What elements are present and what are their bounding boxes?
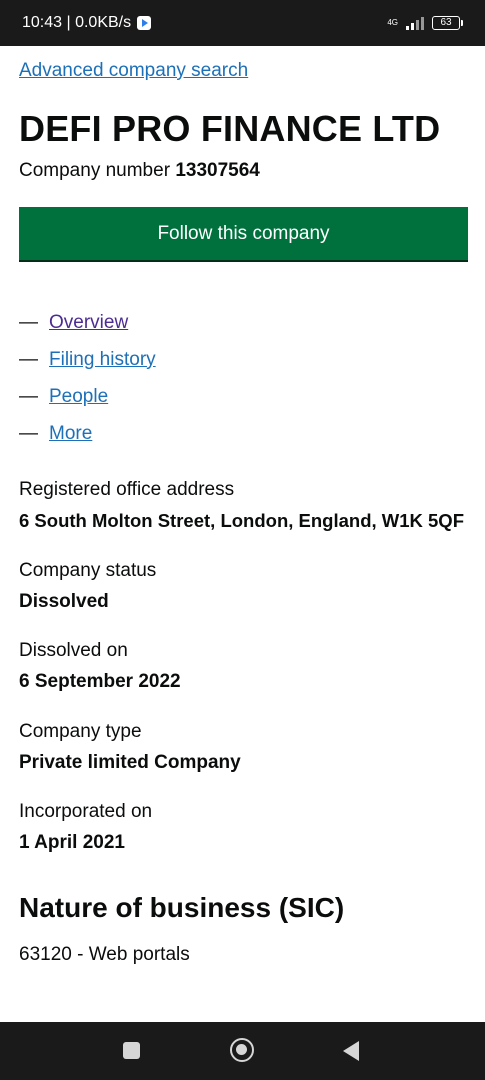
status-time: 10:43 | 0.0KB/s: [22, 14, 132, 31]
recents-button-icon[interactable]: [123, 1042, 140, 1059]
status-left: 10:43 | 0.0KB/s: [22, 14, 152, 32]
tab-people-link[interactable]: People: [49, 386, 108, 408]
tab-more-link[interactable]: More: [49, 423, 92, 445]
sic-heading: Nature of business (SIC): [19, 892, 345, 923]
status-right: 4G 63: [387, 16, 463, 30]
system-nav-bar: [0, 1022, 485, 1080]
tab-overview-link[interactable]: Overview: [49, 312, 128, 334]
company-type-field: Company type Private limited Company: [19, 719, 241, 776]
tab-people: — People: [19, 378, 156, 415]
company-number: Company number 13307564: [19, 160, 260, 182]
dissolved-on-field: Dissolved on 6 September 2022: [19, 638, 181, 695]
battery-icon: 63: [432, 16, 463, 30]
dissolved-on-label: Dissolved on: [19, 640, 128, 661]
incorporated-on-value: 1 April 2021: [19, 832, 125, 853]
incorporated-on-label: Incorporated on: [19, 801, 153, 822]
company-number-label: Company number: [19, 160, 171, 181]
tab-more: — More: [19, 415, 156, 452]
company-tabs: — Overview — Filing history — People — M…: [19, 304, 156, 452]
dash-icon: —: [19, 385, 38, 407]
company-status-field: Company status Dissolved: [19, 558, 156, 615]
tab-filing-history-link[interactable]: Filing history: [49, 349, 156, 371]
registered-office-field: Registered office address 6 South Molton…: [19, 477, 464, 534]
advanced-search-link[interactable]: Advanced company search: [19, 60, 248, 82]
sic-item: 63120 - Web portals: [19, 944, 190, 965]
tab-overview: — Overview: [19, 304, 156, 341]
follow-company-button[interactable]: Follow this company: [19, 207, 468, 260]
page-title: DEFI PRO FINANCE LTD: [19, 108, 441, 149]
registered-office-label: Registered office address: [19, 479, 235, 500]
company-type-value: Private limited Company: [19, 752, 241, 773]
play-store-icon: [137, 16, 152, 30]
company-type-label: Company type: [19, 721, 142, 742]
incorporated-on-field: Incorporated on 1 April 2021: [19, 799, 152, 856]
dash-icon: —: [19, 422, 38, 444]
battery-level: 63: [432, 16, 460, 30]
tab-filing-history: — Filing history: [19, 341, 156, 378]
company-number-value: 13307564: [175, 160, 260, 181]
company-status-value: Dissolved: [19, 591, 109, 612]
registered-office-value: 6 South Molton Street, London, England, …: [19, 510, 465, 531]
status-bar: 10:43 | 0.0KB/s 4G 63: [0, 0, 485, 46]
dash-icon: —: [19, 348, 38, 370]
company-status-label: Company status: [19, 560, 157, 581]
signal-icon: [406, 16, 424, 30]
home-button-icon[interactable]: [230, 1038, 254, 1062]
dissolved-on-value: 6 September 2022: [19, 671, 181, 692]
dash-icon: —: [19, 311, 38, 333]
back-button-icon[interactable]: [343, 1041, 359, 1061]
network-type: 4G: [387, 18, 398, 27]
